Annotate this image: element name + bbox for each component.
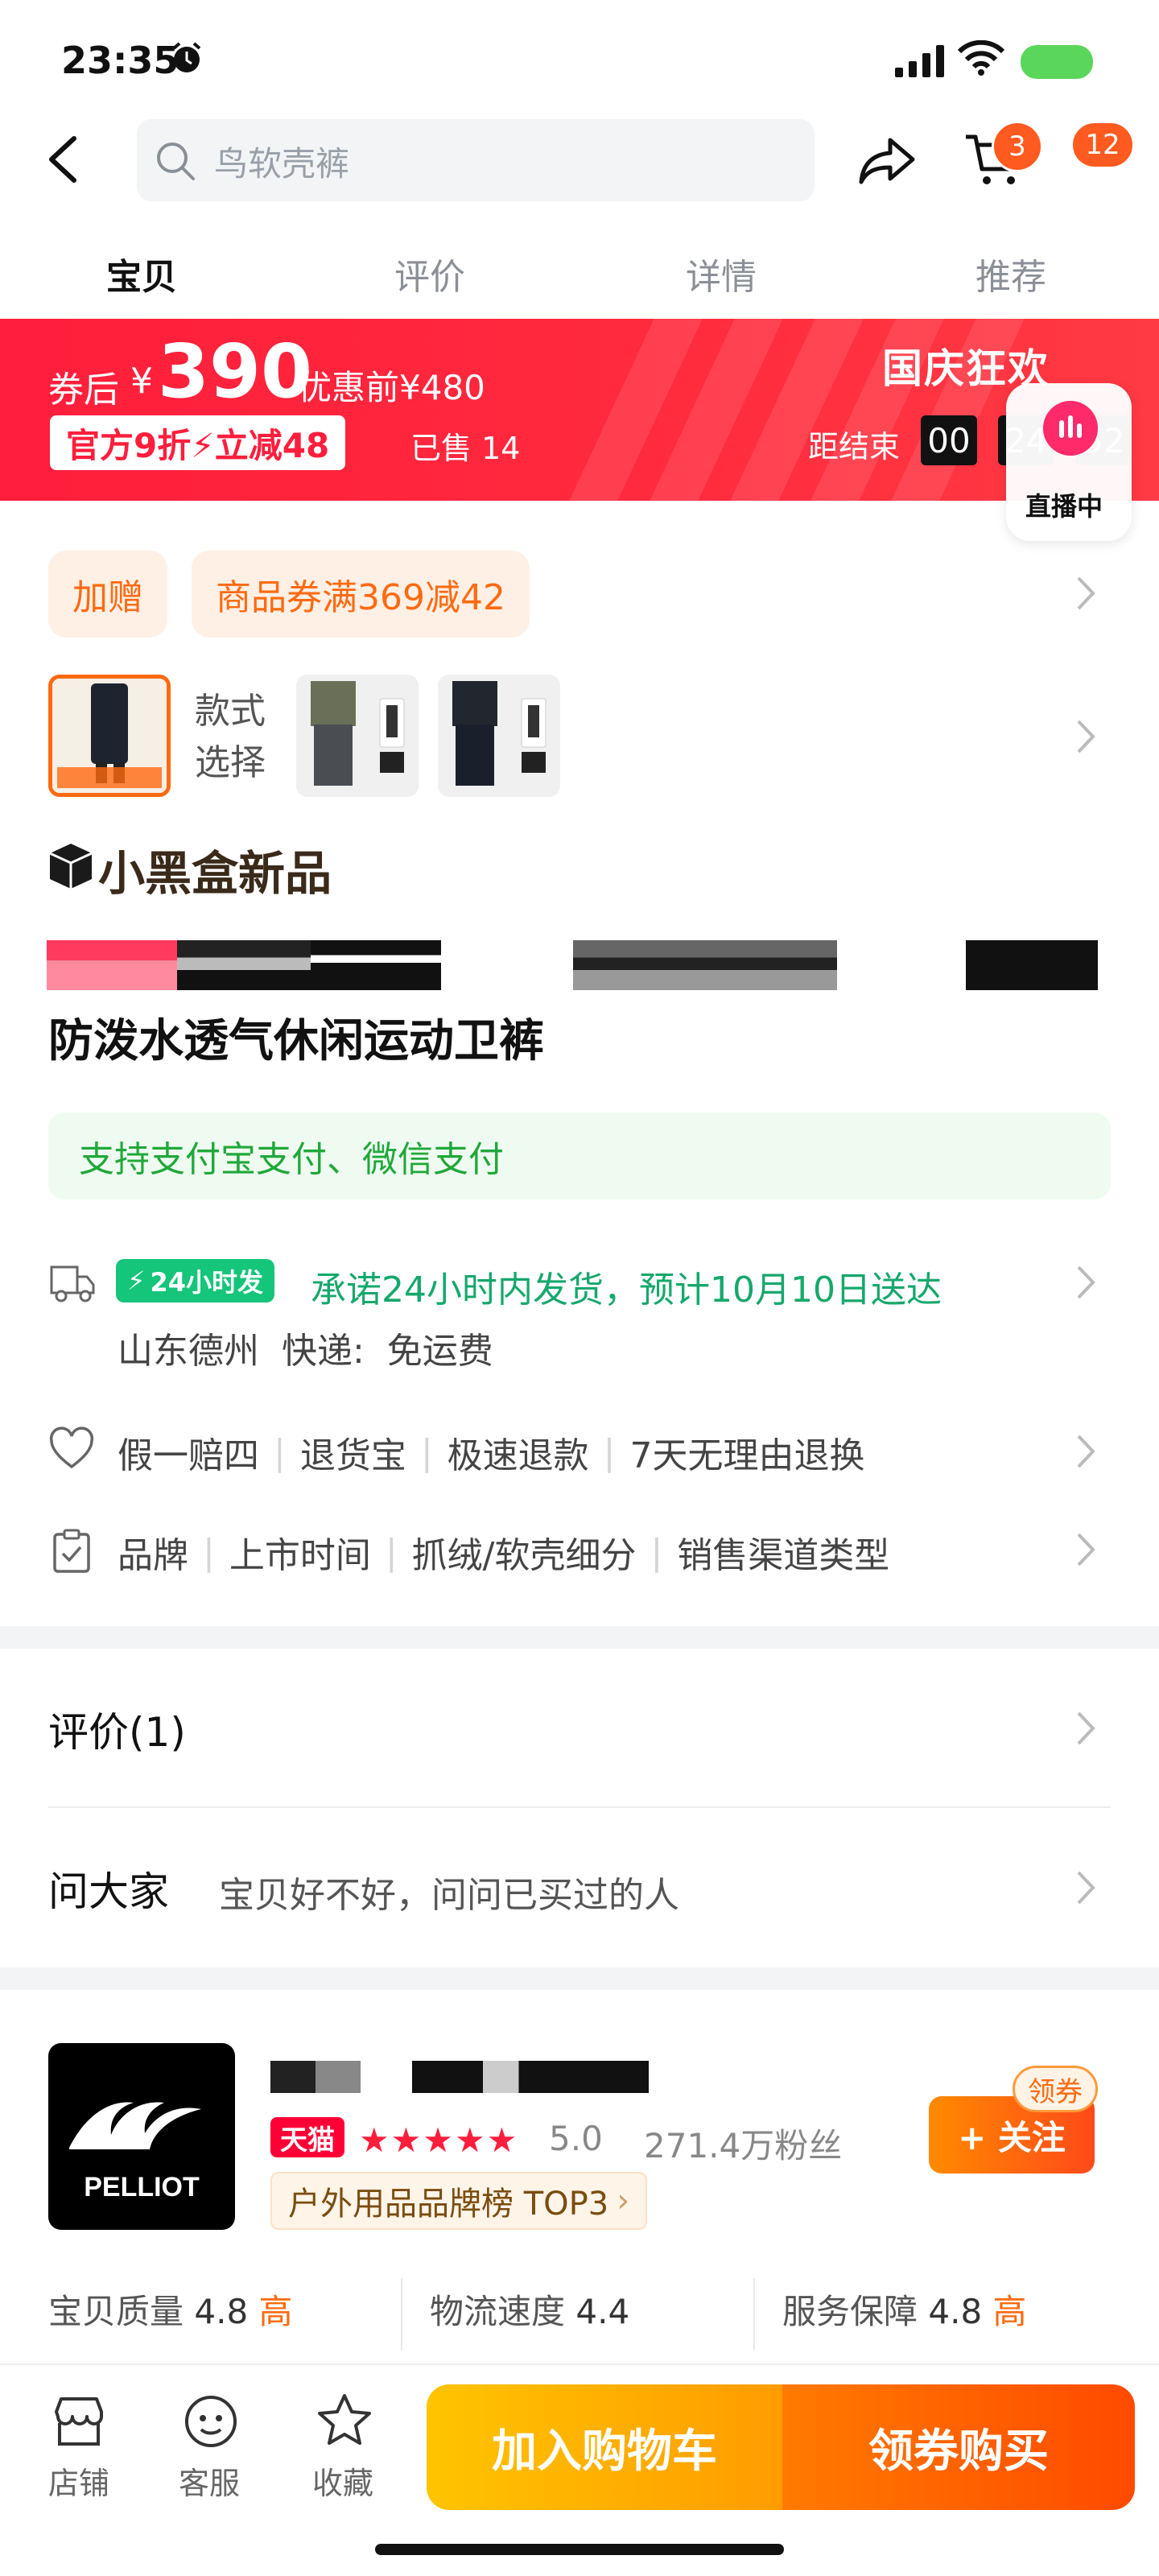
countdown-hours: 00 [921,415,977,465]
battery-icon [1021,45,1093,79]
service-item: 退货宝 [299,1435,406,1476]
section-divider [0,1626,1159,1649]
coupon-chip[interactable]: 商品券满369减42 [192,551,530,638]
product-title: 防泼水透气休闲运动卫裤 [48,1015,544,1067]
redacted-block [966,940,1098,990]
search-icon [157,142,195,180]
redacted-store-name [412,2061,649,2093]
truck-icon [50,1265,95,1302]
star-icon[interactable] [316,2391,373,2449]
metric-divider [753,2278,755,2351]
chevron-right-icon[interactable] [1075,1869,1096,1906]
countdown-label: 距结束 [808,429,901,464]
store-icon[interactable] [50,2392,108,2450]
chevron-right-icon[interactable] [1075,718,1096,755]
store-rating-stars: ★★★★★ [359,2120,519,2160]
signal-icon [895,45,944,77]
store-score: 5.0 [549,2119,603,2158]
fast-ship-label: 24小时发 [150,1267,264,1298]
wifi-icon [958,40,1004,76]
chevron-right-icon[interactable] [1075,1710,1096,1747]
tab-details[interactable]: 详情 [686,248,757,299]
message-badge[interactable]: 12 [1070,121,1135,169]
param-item: 销售渠道类型 [677,1535,890,1576]
favorite-label[interactable]: 收藏 [312,2458,373,2503]
store-logo[interactable]: PELLIOT [48,2043,235,2230]
param-item: 抓绒/软壳细分 [411,1535,637,1576]
style-select-label: 款式 选择 [195,691,266,783]
heart-shield-icon [49,1426,94,1469]
share-icon[interactable] [858,134,916,187]
after-coupon-label: 券后 [48,369,119,411]
live-icon [1043,401,1098,456]
alarm-icon [172,42,201,72]
shop-label[interactable]: 店铺 [48,2458,109,2503]
reviews-title[interactable]: 评价(1) [48,1700,186,1758]
store-rank-label: 户外用品品牌榜 TOP3 [288,2186,609,2223]
metric-divider [401,2278,402,2351]
status-time: 23:35 [61,39,179,82]
redacted-block [311,940,441,990]
price: 390 [158,328,313,415]
chevron-right-icon[interactable] [1075,1433,1096,1470]
service-item: 7天无理由退换 [629,1435,865,1476]
style-thumb[interactable] [438,675,560,797]
store-rank[interactable]: 户外用品品牌榜 TOP3 › [270,2172,648,2230]
customer-service-icon[interactable] [182,2392,240,2450]
chevron-right-icon[interactable] [1075,1531,1096,1568]
qa-title[interactable]: 问大家 [48,1860,169,1918]
tab-recommend[interactable]: 推荐 [975,248,1046,299]
search-placeholder[interactable]: 鸟软壳裤 [214,137,349,186]
service-list[interactable]: 假一赔四 | 退货宝 | 极速退款 | 7天无理由退换 [118,1426,864,1478]
payment-info: 支持支付宝支付、微信支付 [48,1113,1111,1199]
style-thumb-selected[interactable] [48,675,171,797]
redacted-store-name [270,2061,361,2093]
store-logo-text: PELLIOT [84,2172,200,2202]
tab-item[interactable]: 宝贝 [106,248,177,299]
qa-subtitle: 宝贝好不好，问问已买过的人 [219,1875,679,1916]
currency-symbol: ¥ [130,361,153,402]
redacted-block [573,940,837,990]
metric-quality: 宝贝质量 4.8 高 [48,2292,293,2331]
clipboard-icon [53,1529,90,1573]
param-item: 上市时间 [229,1535,371,1576]
claim-coupon-tag[interactable]: 领券 [1013,2066,1098,2112]
param-item: 品牌 [118,1535,188,1576]
sold-count: 已售 14 [410,431,521,466]
redacted-block [47,940,177,990]
live-label: 直播中 [1025,491,1103,522]
fast-ship-badge: ⚡ 24小时发 [116,1259,275,1302]
box-icon [49,844,93,889]
back-icon[interactable] [45,135,80,184]
delivery-promise: 承诺24小时内发货，预计10月10日送达 [311,1269,942,1311]
service-item: 假一赔四 [118,1435,259,1476]
metric-service: 服务保障 4.8 高 [782,2292,1027,2331]
tab-reviews[interactable]: 评价 [394,248,465,299]
chevron-right-icon[interactable] [1075,1264,1096,1301]
row-divider [48,1806,1111,1808]
tmall-badge: 天猫 [270,2117,344,2157]
style-thumb[interactable] [296,675,419,797]
store-fans: 271.4万粉丝 [644,2126,843,2165]
chevron-right-icon: › [617,2182,630,2219]
param-list[interactable]: 品牌 | 上市时间 | 抓绒/软壳细分 | 销售渠道类型 [118,1526,889,1578]
shipping-origin: 山东德州 快递: 免运费 [118,1331,493,1372]
cart-badge: 3 [992,121,1043,172]
service-label[interactable]: 客服 [179,2458,240,2503]
buy-with-coupon-button[interactable]: 领券购买 [782,2384,1135,2510]
discount-tag: 官方9折⚡立减48 [50,415,346,470]
service-item: 极速退款 [447,1435,589,1476]
new-product-title: 小黑盒新品 [98,846,332,901]
lightning-icon: ⚡ [127,1265,146,1296]
original-price: 优惠前¥480 [298,368,485,407]
metric-logistics: 物流速度 4.4 [430,2292,630,2331]
add-to-cart-button[interactable]: 加入购物车 [427,2384,782,2510]
home-indicator [375,2544,784,2555]
gift-chip[interactable]: 加赠 [48,551,167,638]
redacted-block [177,940,311,990]
chevron-right-icon[interactable] [1075,575,1096,612]
section-divider [0,1967,1159,1990]
